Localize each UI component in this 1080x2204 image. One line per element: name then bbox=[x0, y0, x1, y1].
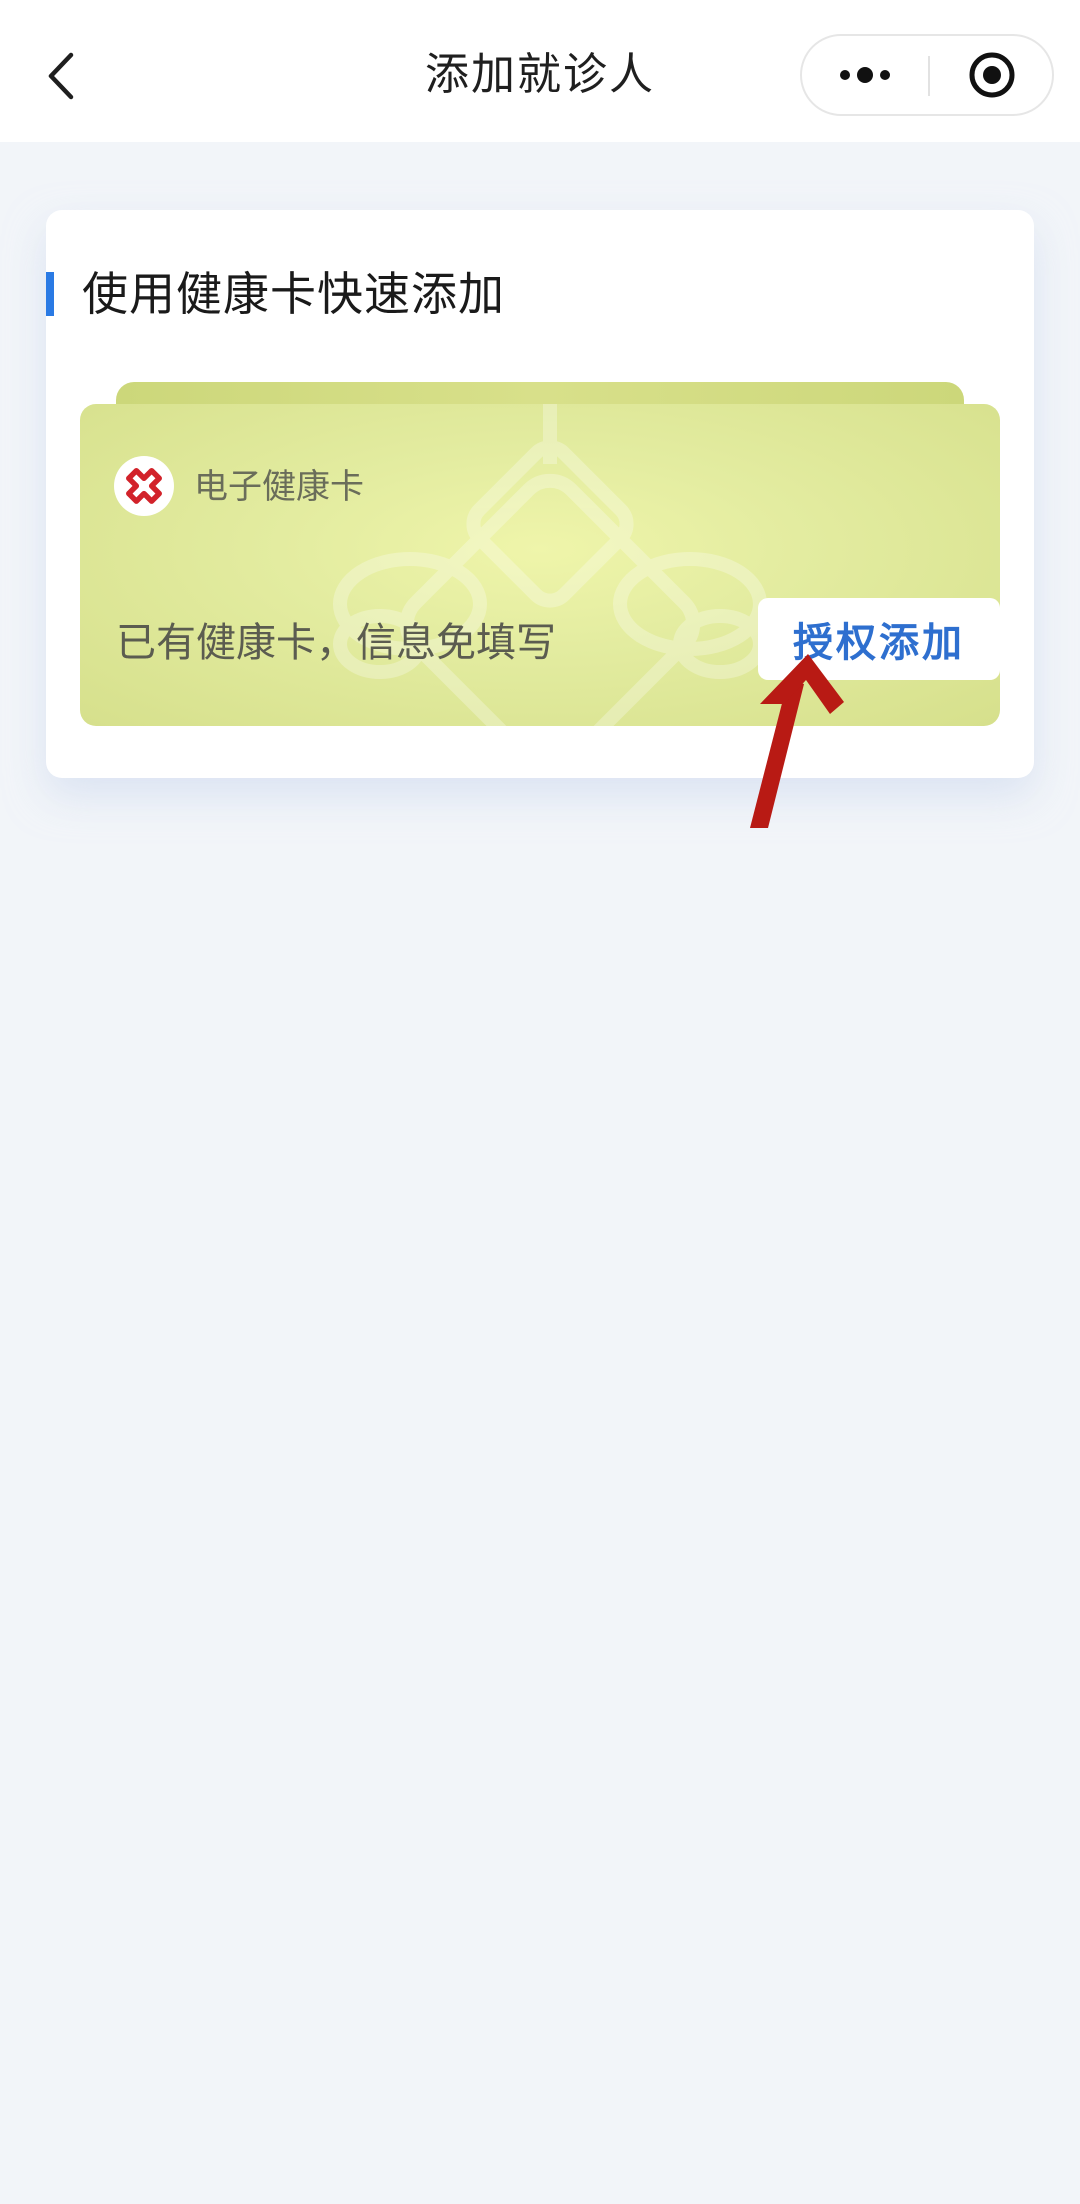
nav-bar: 添加就诊人 bbox=[0, 0, 1080, 142]
health-card: 电子健康卡 已有健康卡，信息免填写 授权添加 bbox=[80, 404, 1000, 726]
section-accent-bar bbox=[46, 272, 54, 316]
target-close-icon bbox=[969, 52, 1015, 98]
section-title: 使用健康卡快速添加 bbox=[82, 267, 505, 321]
health-card-name: 电子健康卡 bbox=[194, 467, 364, 507]
more-button[interactable] bbox=[802, 36, 928, 114]
authorize-add-button[interactable]: 授权添加 bbox=[758, 598, 1000, 680]
health-card-description: 已有健康卡，信息免填写 bbox=[116, 620, 556, 666]
more-dots-icon bbox=[840, 67, 890, 83]
health-card-logo bbox=[114, 456, 174, 516]
quick-add-card: 使用健康卡快速添加 电子健康卡 已有健康卡，信息免填写 授权添加 bbox=[46, 210, 1034, 778]
mini-program-capsule bbox=[800, 34, 1054, 116]
close-button[interactable] bbox=[930, 36, 1054, 114]
red-cross-icon bbox=[126, 467, 162, 504]
chinese-knot-pattern bbox=[333, 404, 767, 726]
